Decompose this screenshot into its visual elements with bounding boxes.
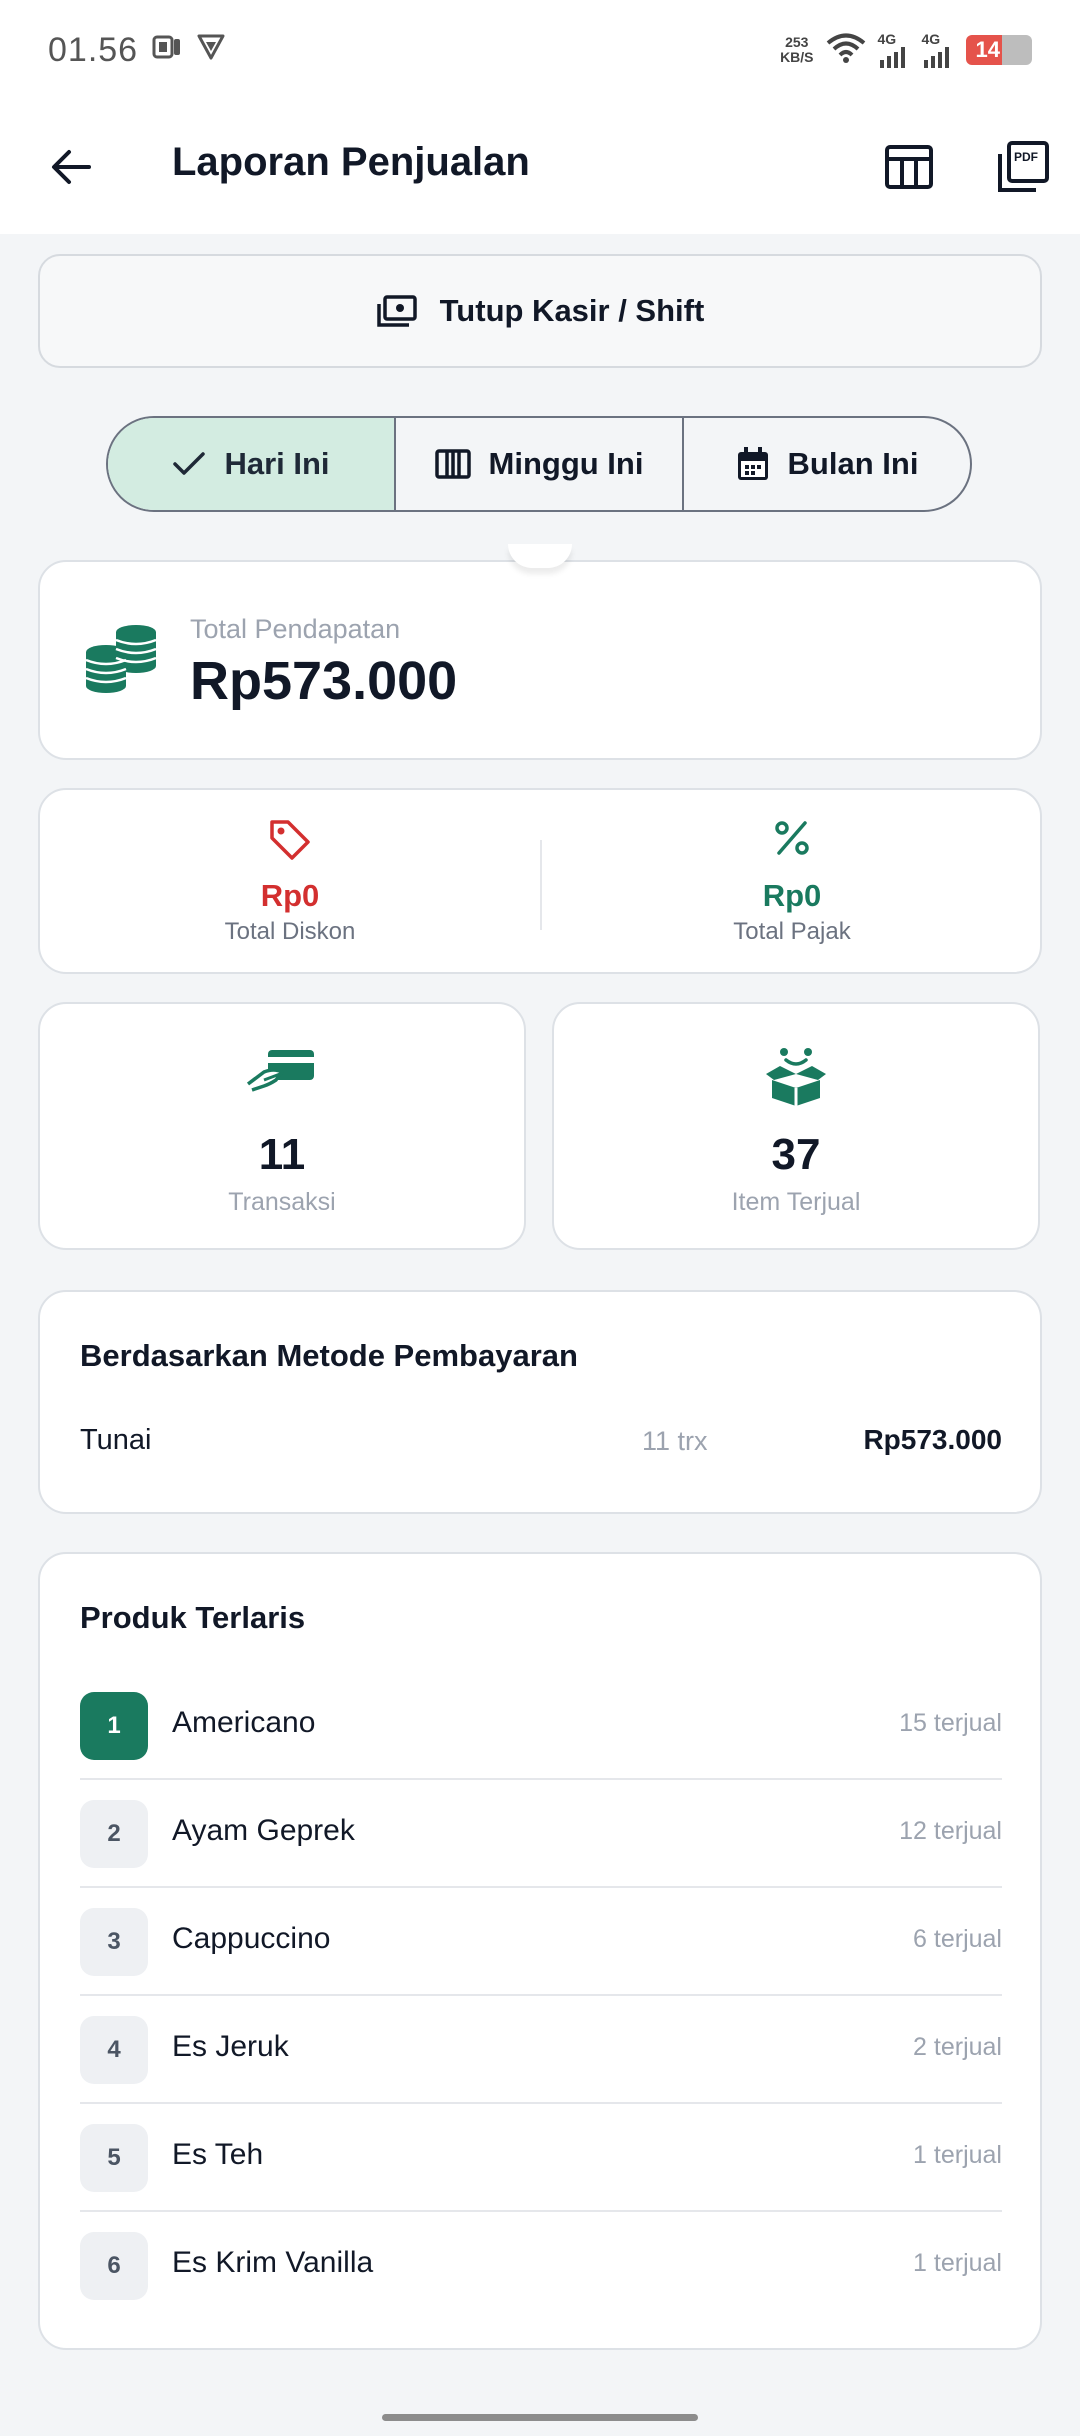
payment-method-card: Berdasarkan Metode Pembayaran Tunai 11 t… (38, 1290, 1042, 1514)
home-indicator[interactable] (382, 2414, 698, 2421)
payment-method-title: Berdasarkan Metode Pembayaran (80, 1338, 578, 1373)
battery-empty-part (1002, 35, 1032, 65)
close-shift-label: Tutup Kasir / Shift (439, 293, 705, 328)
tax-section: Rp0 Total Pajak (542, 790, 1042, 976)
close-shift-button[interactable]: Tutup Kasir / Shift (38, 254, 1042, 368)
product-sold-count: 2 terjual (913, 2033, 1002, 2061)
pdf-export-button[interactable]: PDF (992, 136, 1054, 198)
payment-method-amount: Rp573.000 (863, 1424, 1002, 1455)
tag-icon (268, 818, 312, 866)
tab-this-month[interactable]: Bulan Ini (684, 418, 970, 510)
app-bar: Laporan Penjualan PDF (0, 100, 1080, 234)
discount-tax-card: Rp0 Total Diskon Rp0 Total Pajak (38, 788, 1042, 974)
product-name: Ayam Geprek (172, 1814, 355, 1847)
pdf-label: PDF (1014, 150, 1038, 164)
product-name: Es Krim Vanilla (172, 2246, 374, 2279)
notification-icon (152, 31, 182, 70)
percent-icon (772, 818, 812, 866)
back-button[interactable] (40, 136, 102, 198)
rank-badge: 5 (80, 2124, 148, 2192)
items-sold-label: Item Terjual (731, 1188, 861, 1216)
speed-unit: KB/S (780, 49, 814, 65)
total-revenue-label: Total Pendapatan (190, 614, 401, 644)
transactions-value: 11 (258, 1130, 306, 1179)
network-speed: 253 KB/S (780, 35, 813, 65)
tab-this-week-label: Minggu Ini (488, 446, 644, 481)
tax-value: Rp0 (762, 878, 822, 913)
status-right: 253 KB/S 4G 4G 14 (780, 32, 1032, 69)
tab-today[interactable]: Hari Ini (108, 418, 396, 510)
battery-level: 14 (975, 37, 1000, 62)
product-name: Es Jeruk (172, 2030, 289, 2063)
product-name: Americano (172, 1706, 316, 1739)
speed-value: 253 (785, 34, 809, 50)
wifi-icon (826, 32, 866, 69)
tab-today-label: Hari Ini (224, 446, 330, 481)
period-tabs: Hari Ini Minggu Ini Bulan Ini (106, 416, 972, 512)
table-view-icon (885, 145, 933, 189)
product-sold-count: 1 terjual (913, 2141, 1002, 2169)
tab-this-month-label: Bulan Ini (787, 446, 919, 481)
status-time: 01.56 (48, 30, 139, 69)
page-title: Laporan Penjualan (172, 140, 530, 184)
total-revenue-card: Total Pendapatan Rp573.000 (38, 560, 1042, 760)
items-sold-card: 37 Item Terjual (552, 1002, 1040, 1250)
discount-section: Rp0 Total Diskon (40, 790, 540, 976)
product-sold-count: 15 terjual (899, 1709, 1002, 1737)
product-sold-count: 12 terjual (899, 1817, 1002, 1845)
card-payment-icon (40, 1046, 524, 1094)
status-bar: 01.56 253 KB/S 4G 4G 14 (0, 0, 1080, 100)
top-products-title: Produk Terlaris (80, 1600, 306, 1635)
vpn-shield-icon (196, 31, 226, 70)
items-sold-value: 37 (771, 1130, 821, 1179)
arrow-left-icon (52, 150, 91, 184)
transactions-label: Transaksi (228, 1188, 336, 1216)
battery-icon: 14 (965, 35, 1032, 65)
check-icon (173, 452, 206, 475)
list-item[interactable]: 2 Ayam Geprek 12 terjual (80, 1780, 1002, 1888)
product-sold-count: 1 terjual (913, 2249, 1002, 2277)
product-sold-count: 6 terjual (913, 1925, 1002, 1953)
list-item[interactable]: 6 Es Krim Vanilla 1 terjual (80, 2212, 1002, 2320)
transactions-card: 11 Transaksi (38, 1002, 526, 1250)
signal-2-icon: 4G (922, 32, 954, 68)
list-item[interactable]: 3 Cappuccino 6 terjual (80, 1888, 1002, 1996)
open-box-icon (554, 1046, 1038, 1106)
rank-badge: 6 (80, 2232, 148, 2300)
list-item[interactable]: 5 Es Teh 1 terjual (80, 2104, 1002, 2212)
top-products-card: Produk Terlaris 1 Americano 15 terjual 2… (38, 1552, 1042, 2350)
total-revenue-value: Rp573.000 (190, 651, 458, 711)
payment-method-name: Tunai (80, 1424, 152, 1456)
rank-badge: 4 (80, 2016, 148, 2084)
product-name: Cappuccino (172, 1922, 331, 1955)
list-item[interactable]: 4 Es Jeruk 2 terjual (80, 1996, 1002, 2104)
tab-this-week[interactable]: Minggu Ini (396, 418, 684, 510)
discount-label: Total Diskon (224, 918, 356, 945)
discount-value: Rp0 (260, 878, 320, 913)
coins-icon (84, 622, 158, 699)
pdf-export-icon (998, 141, 1049, 192)
product-name: Es Teh (172, 2138, 264, 2171)
rank-badge: 1 (80, 1692, 148, 1760)
signal-1-icon: 4G (878, 32, 910, 68)
status-left: 01.56 (48, 31, 226, 70)
payment-method-count: 11 trx (642, 1426, 708, 1456)
network-type-2: 4G (921, 31, 941, 47)
week-columns-icon (434, 449, 471, 479)
cash-register-icon (376, 295, 417, 327)
tax-label: Total Pajak (733, 918, 851, 945)
network-type-1: 4G (877, 31, 897, 47)
rank-badge: 3 (80, 1908, 148, 1976)
rank-badge: 2 (80, 1800, 148, 1868)
calendar-icon (737, 447, 768, 480)
table-view-button[interactable] (878, 136, 940, 198)
list-item[interactable]: 1 Americano 15 terjual (80, 1672, 1002, 1780)
